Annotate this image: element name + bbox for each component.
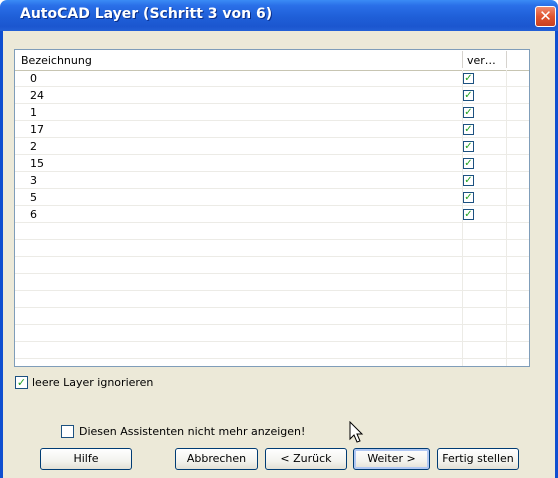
leere-layer-checkbox[interactable]: ✓: [15, 376, 28, 389]
empty-row: [15, 240, 529, 257]
table-row[interactable]: 5 ✓: [15, 189, 529, 206]
mouse-pointer-icon: [349, 421, 364, 443]
visible-checkbox[interactable]: ✓: [463, 192, 474, 203]
table-row[interactable]: 2 ✓: [15, 138, 529, 155]
next-button[interactable]: Weiter >: [353, 448, 430, 470]
layer-name: 6: [30, 208, 37, 221]
empty-row: [15, 223, 529, 240]
visible-checkbox[interactable]: ✓: [463, 73, 474, 84]
empty-row: [15, 291, 529, 308]
empty-row: [15, 274, 529, 291]
visible-checkbox[interactable]: ✓: [463, 175, 474, 186]
table-row[interactable]: 1 ✓: [15, 104, 529, 121]
visible-checkbox[interactable]: ✓: [463, 158, 474, 169]
layer-name: 2: [30, 140, 37, 153]
layer-name: 1: [30, 106, 37, 119]
checkmark-icon: ✓: [464, 73, 473, 84]
table-row[interactable]: 0 ✓: [15, 70, 529, 87]
table-row[interactable]: 15 ✓: [15, 155, 529, 172]
empty-row: [15, 257, 529, 274]
header-divider: [506, 51, 507, 68]
title-bar: AutoCAD Layer (Schritt 3 von 6) ✕: [0, 0, 558, 31]
back-button[interactable]: < Zurück: [265, 448, 347, 470]
list-header: Bezeichnung ver…: [15, 50, 529, 71]
visible-checkbox[interactable]: ✓: [463, 90, 474, 101]
checkmark-icon: ✓: [464, 141, 473, 152]
header-divider: [462, 51, 463, 68]
layer-list[interactable]: Bezeichnung ver… 0 ✓ 24 ✓ 1 ✓ 17 ✓ 2 ✓ 15 ✓ 3 ✓ 5 ✓ 6 ✓: [14, 49, 530, 367]
empty-row: [15, 342, 529, 359]
layer-name: 15: [30, 157, 44, 170]
layer-name: 5: [30, 191, 37, 204]
visible-checkbox[interactable]: ✓: [463, 141, 474, 152]
checkmark-icon: ✓: [464, 158, 473, 169]
column-header-visible[interactable]: ver…: [467, 54, 496, 67]
empty-row: [15, 325, 529, 342]
checkmark-icon: ✓: [464, 209, 473, 220]
checkmark-icon: ✓: [16, 376, 27, 389]
checkmark-icon: ✓: [464, 90, 473, 101]
layer-name: 0: [30, 72, 37, 85]
help-button[interactable]: Hilfe: [40, 448, 132, 470]
checkmark-icon: ✓: [464, 124, 473, 135]
leere-layer-label[interactable]: leere Layer ignorieren: [32, 376, 153, 389]
layer-name: 3: [30, 174, 37, 187]
table-row[interactable]: 6 ✓: [15, 206, 529, 223]
column-header-bezeichnung[interactable]: Bezeichnung: [21, 54, 92, 67]
layer-name: 17: [30, 123, 44, 136]
checkmark-icon: ✓: [464, 192, 473, 203]
layer-name: 24: [30, 89, 44, 102]
table-row[interactable]: 17 ✓: [15, 121, 529, 138]
finish-button[interactable]: Fertig stellen: [437, 448, 519, 470]
assistant-label[interactable]: Diesen Assistenten nicht mehr anzeigen!: [79, 425, 305, 438]
visible-checkbox[interactable]: ✓: [463, 209, 474, 220]
cancel-button[interactable]: Abbrechen: [175, 448, 258, 470]
close-button[interactable]: ✕: [535, 6, 556, 27]
assistant-checkbox[interactable]: [61, 425, 74, 438]
empty-row: [15, 308, 529, 325]
table-row[interactable]: 24 ✓: [15, 87, 529, 104]
window-title: AutoCAD Layer (Schritt 3 von 6): [20, 6, 273, 22]
close-icon: ✕: [539, 7, 552, 25]
table-row[interactable]: 3 ✓: [15, 172, 529, 189]
checkmark-icon: ✓: [464, 175, 473, 186]
visible-checkbox[interactable]: ✓: [463, 107, 474, 118]
checkmark-icon: ✓: [464, 107, 473, 118]
visible-checkbox[interactable]: ✓: [463, 124, 474, 135]
